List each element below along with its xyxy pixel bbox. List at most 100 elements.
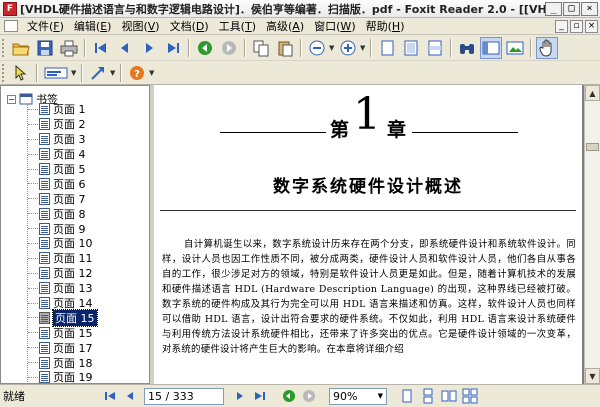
menu-help[interactable]: 帮助(H) [361, 18, 410, 34]
help-button[interactable]: ? [126, 62, 148, 84]
bookmark-item[interactable]: 页面 10 [1, 236, 149, 251]
maximize-button[interactable]: □ [563, 1, 580, 16]
doc-restore-button[interactable]: ▫ [570, 19, 583, 33]
annotation-dropdown-icon[interactable]: ▼ [110, 69, 117, 77]
bookmark-item[interactable]: 页面 15 [1, 308, 149, 327]
forward-button[interactable] [218, 37, 240, 59]
close-button[interactable]: × [581, 1, 598, 16]
zoom-dropdown-icon[interactable]: ▼ [378, 392, 383, 400]
bookmark-item[interactable]: 页面 5 [1, 162, 149, 177]
document-view[interactable]: 第 1 章 数字系统硬件设计概述 自计算机诞生以来，数字系统设计历来存在两个分支… [154, 85, 584, 384]
menu-file[interactable]: 文件(F) [22, 18, 69, 34]
doc-minimize-button[interactable]: _ [555, 19, 568, 33]
paste-button[interactable] [274, 37, 296, 59]
first-page-button[interactable] [90, 37, 112, 59]
open-button[interactable] [10, 37, 32, 59]
image-view-icon [506, 41, 524, 54]
scroll-thumb[interactable] [586, 143, 599, 151]
toolbar-grip[interactable] [2, 38, 6, 57]
scroll-up-button[interactable]: ▲ [585, 85, 600, 101]
minimize-button[interactable]: _ [545, 1, 562, 16]
vertical-scrollbar[interactable]: ▲ ▼ [584, 85, 600, 384]
bookmark-item[interactable]: 页面 4 [1, 147, 149, 162]
save-button[interactable] [34, 37, 56, 59]
zoom-out-dropdown-icon[interactable]: ▼ [329, 44, 336, 52]
status-back-button[interactable] [280, 387, 298, 405]
toolbar-grip[interactable] [2, 63, 6, 82]
last-page-icon [255, 392, 265, 400]
bookmark-item[interactable]: 页面 9 [1, 221, 149, 236]
bookmark-item[interactable]: 页面 7 [1, 191, 149, 206]
status-first-page-button[interactable] [101, 387, 119, 405]
zoom-in-dropdown-icon[interactable]: ▼ [360, 44, 367, 52]
bookmarks-panel-button[interactable] [480, 36, 502, 59]
help-dropdown-icon[interactable]: ▼ [149, 69, 156, 77]
zoom-select[interactable]: 90% ▼ [329, 387, 387, 405]
thumbnails-button[interactable] [504, 37, 526, 59]
bookmark-item[interactable]: 页面 12 [1, 266, 149, 281]
bookmark-item[interactable]: 页面 18 [1, 355, 149, 370]
bookmark-item[interactable]: 页面 1 [1, 102, 149, 117]
continuous-facing-view-icon[interactable] [462, 388, 478, 404]
last-page-icon [168, 42, 179, 53]
bookmark-label: 页面 11 [53, 252, 93, 266]
tree-branch-line [28, 213, 38, 215]
text-select-dropdown-icon[interactable]: ▼ [71, 69, 78, 77]
fit-width-button[interactable] [424, 37, 446, 59]
doc-close-button[interactable]: × [585, 19, 598, 33]
document-menu-icon[interactable] [4, 20, 18, 32]
toolbar-separator [244, 38, 246, 57]
scroll-down-button[interactable]: ▼ [585, 368, 600, 384]
toolbar-separator [84, 38, 86, 57]
bookmark-item[interactable]: 页面 19 [1, 370, 149, 383]
foxit-app-icon[interactable]: F [3, 1, 17, 16]
last-page-button[interactable] [162, 37, 184, 59]
text-select-tool-button[interactable] [42, 62, 70, 84]
bookmark-item[interactable]: 页面 2 [1, 117, 149, 132]
menu-window[interactable]: 窗口(W) [309, 18, 360, 34]
bookmark-item[interactable]: 页面 13 [1, 281, 149, 296]
copy-button[interactable] [250, 37, 272, 59]
bookmark-item[interactable]: 页面 11 [1, 251, 149, 266]
next-page-button[interactable] [138, 37, 160, 59]
bookmark-item[interactable]: 页面 8 [1, 206, 149, 221]
tree-branch-line [28, 332, 38, 334]
menu-document[interactable]: 文档(D) [165, 18, 214, 34]
status-previous-page-button[interactable] [121, 387, 139, 405]
menu-view[interactable]: 视图(V) [116, 18, 164, 34]
single-page-view-icon[interactable] [399, 388, 415, 404]
forward-arrow-icon [303, 390, 315, 402]
zoom-out-button[interactable] [306, 37, 328, 59]
status-text: 就绪 [3, 390, 25, 403]
fit-page-button[interactable] [400, 37, 422, 59]
bookmark-item[interactable]: 页面 3 [1, 132, 149, 147]
status-forward-button[interactable] [300, 387, 318, 405]
back-button[interactable] [194, 37, 216, 59]
page-number-input[interactable] [144, 387, 224, 405]
zoom-in-button[interactable] [337, 37, 359, 59]
print-button[interactable] [58, 37, 80, 59]
menu-tools[interactable]: 工具(T) [214, 18, 261, 34]
next-page-icon [237, 392, 243, 400]
continuous-view-icon[interactable] [420, 388, 436, 404]
bookmark-item[interactable]: 页面 14 [1, 296, 149, 311]
text-select-icon [44, 67, 68, 78]
status-last-page-button[interactable] [251, 387, 269, 405]
status-next-page-button[interactable] [231, 387, 249, 405]
bookmark-label: 页面 5 [53, 163, 86, 177]
annotation-tool-button[interactable] [87, 62, 109, 84]
menu-advanced[interactable]: 高级(A) [261, 18, 309, 34]
bookmark-item[interactable]: 页面 17 [1, 340, 149, 355]
bookmark-item[interactable]: 页面 6 [1, 176, 149, 191]
page-bookmark-icon [39, 133, 50, 146]
select-tool-button[interactable] [10, 62, 32, 84]
hand-tool-button[interactable] [536, 36, 558, 59]
previous-page-button[interactable] [114, 37, 136, 59]
facing-view-icon[interactable] [441, 388, 457, 404]
bookmark-item[interactable]: 页面 15 [1, 325, 149, 340]
actual-size-button[interactable] [376, 37, 398, 59]
title-bar: F [VHDL硬件描述语言与和数字逻辑电路设计]．侯伯亨等编著．扫描版．pdf … [0, 0, 600, 18]
menu-edit[interactable]: 编辑(E) [69, 18, 117, 34]
tree-branch-line [28, 347, 38, 349]
find-button[interactable] [456, 37, 478, 59]
